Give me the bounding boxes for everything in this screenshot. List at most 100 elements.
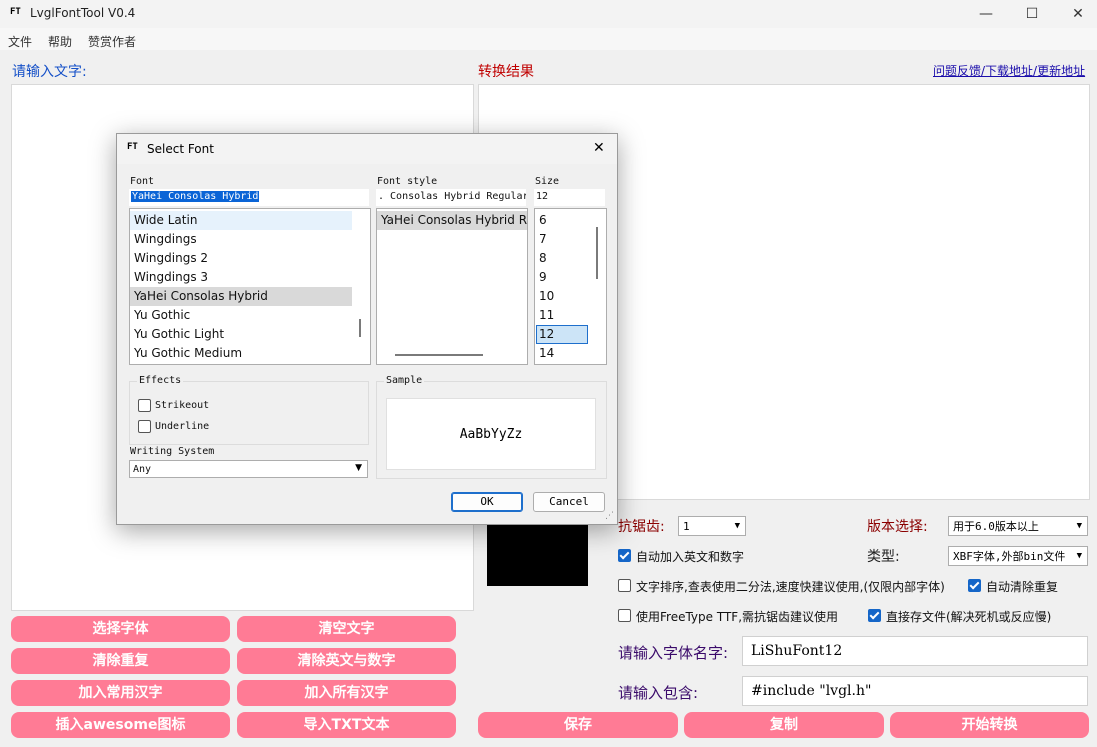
- dialog-title-bar: FT Select Font ✕: [117, 134, 617, 164]
- resize-grip-icon[interactable]: ⋰: [605, 511, 614, 521]
- effects-label: Effects: [137, 375, 184, 386]
- close-button[interactable]: ✕: [1055, 0, 1097, 28]
- writing-system-label: Writing System: [130, 446, 215, 457]
- type-label: 类型:: [867, 549, 900, 565]
- size-list-item[interactable]: 9: [539, 270, 547, 284]
- sort-text-checkbox[interactable]: [618, 579, 631, 592]
- font-style-label: Font style: [377, 176, 438, 187]
- font-label: Font: [130, 176, 155, 187]
- chevron-down-icon: ▼: [1076, 551, 1082, 561]
- size-list-item[interactable]: 7: [539, 232, 547, 246]
- antialias-label: 抗锯齿:: [618, 519, 665, 535]
- save-direct-checkbox[interactable]: [868, 609, 881, 622]
- font-list[interactable]: Wide Latin Wingdings Wingdings 2 Wingdin…: [129, 208, 371, 365]
- size-list-item[interactable]: 14: [539, 346, 554, 360]
- underline-checkbox[interactable]: [138, 420, 151, 433]
- start-convert-button[interactable]: 开始转换: [890, 712, 1089, 738]
- font-name-label: 请输入字体名字:: [618, 644, 729, 662]
- size-label: Size: [535, 176, 560, 187]
- font-list-item[interactable]: Yu Gothic Medium: [134, 346, 242, 360]
- font-style-list[interactable]: YaHei Consolas Hybrid R: [376, 208, 528, 365]
- sample-box: AaBbYyZz: [386, 398, 596, 470]
- strikeout-checkbox[interactable]: [138, 399, 151, 412]
- menu-help[interactable]: 帮助: [48, 33, 72, 50]
- window-title: LvglFontTool V0.4: [30, 6, 136, 20]
- font-list-item[interactable]: Yu Gothic Light: [134, 327, 224, 341]
- font-list-item[interactable]: Wide Latin: [134, 213, 197, 227]
- feedback-link[interactable]: 问题反馈/下载地址/更新地址: [933, 62, 1085, 79]
- font-list-item[interactable]: Yu Gothic: [134, 308, 190, 322]
- font-style-field[interactable]: . Consolas Hybrid Regular: [376, 189, 526, 206]
- size-list[interactable]: 6 7 8 9 10 11 12 14: [534, 208, 607, 365]
- writing-system-select[interactable]: Any ▼: [129, 460, 368, 478]
- menu-donate[interactable]: 赞赏作者: [88, 33, 136, 50]
- font-list-item[interactable]: YaHei Consolas Hybrid: [134, 289, 268, 303]
- include-input[interactable]: #include "lvgl.h": [742, 676, 1088, 706]
- clear-text-button[interactable]: 清空文字: [237, 616, 456, 642]
- ok-button[interactable]: OK: [451, 492, 523, 512]
- font-list-item[interactable]: Wingdings 3: [134, 270, 208, 284]
- title-bar: FT LvglFontTool V0.4 — ☐ ✕: [0, 0, 1097, 28]
- type-select[interactable]: XBF字体,外部bin文件 ▼: [948, 546, 1088, 566]
- size-list-item[interactable]: 11: [539, 308, 554, 322]
- version-select[interactable]: 用于6.0版本以上 ▼: [948, 516, 1088, 536]
- size-list-scrollbar[interactable]: [596, 227, 598, 279]
- underline-label: Underline: [155, 421, 210, 432]
- dialog-icon: FT: [127, 142, 138, 152]
- save-button[interactable]: 保存: [478, 712, 678, 738]
- type-value: XBF字体,外部bin文件: [953, 550, 1066, 563]
- save-direct-label: 直接存文件(解决死机或反应慢): [886, 610, 1052, 624]
- font-style-value: . Consolas Hybrid Regular: [378, 191, 526, 202]
- input-label: 请输入文字:: [12, 64, 87, 80]
- insert-awesome-icon-button[interactable]: 插入awesome图标: [11, 712, 230, 738]
- menu-bar: 文件 帮助 赞赏作者: [0, 28, 1097, 50]
- dialog-close-button[interactable]: ✕: [593, 140, 605, 156]
- antialias-select[interactable]: 1 ▼: [678, 516, 746, 536]
- font-list-item[interactable]: Wingdings: [134, 232, 197, 246]
- font-list-scrollbar[interactable]: [359, 319, 361, 337]
- auto-add-english-label: 自动加入英文和数字: [636, 550, 745, 564]
- size-field[interactable]: 12: [534, 189, 605, 206]
- add-common-chinese-button[interactable]: 加入常用汉字: [11, 680, 230, 706]
- app-icon: FT: [10, 7, 21, 17]
- minimize-button[interactable]: —: [963, 0, 1009, 28]
- copy-button[interactable]: 复制: [684, 712, 884, 738]
- sort-text-label: 文字排序,查表使用二分法,速度快建议使用,(仅限内部字体): [636, 580, 945, 594]
- strikeout-label: Strikeout: [155, 400, 210, 411]
- writing-system-value: Any: [133, 464, 152, 475]
- select-font-button[interactable]: 选择字体: [11, 616, 230, 642]
- remove-english-digits-button[interactable]: 清除英文与数字: [237, 648, 456, 674]
- effects-group: [129, 381, 369, 445]
- freetype-checkbox[interactable]: [618, 609, 631, 622]
- cancel-button[interactable]: Cancel: [533, 492, 605, 512]
- font-preview: [487, 518, 588, 586]
- add-all-chinese-button[interactable]: 加入所有汉字: [237, 680, 456, 706]
- font-name-field[interactable]: YaHei Consolas Hybrid: [129, 189, 369, 206]
- font-list-item[interactable]: Wingdings 2: [134, 251, 208, 265]
- menu-file[interactable]: 文件: [8, 33, 32, 50]
- version-value: 用于6.0版本以上: [953, 520, 1039, 533]
- version-label: 版本选择:: [867, 519, 928, 535]
- size-value: 12: [536, 191, 549, 202]
- remove-duplicates-button[interactable]: 清除重复: [11, 648, 230, 674]
- sample-label: Sample: [384, 375, 425, 386]
- auto-clear-duplicates-label: 自动清除重复: [986, 580, 1059, 594]
- import-txt-button[interactable]: 导入TXT文本: [237, 712, 456, 738]
- size-list-item[interactable]: 6: [539, 213, 547, 227]
- auto-clear-duplicates-checkbox[interactable]: [968, 579, 981, 592]
- chevron-down-icon: ▼: [355, 463, 362, 473]
- font-name-input[interactable]: LiShuFont12: [742, 636, 1088, 666]
- font-style-list-item[interactable]: YaHei Consolas Hybrid R: [381, 213, 527, 227]
- size-list-item[interactable]: 12: [539, 327, 554, 341]
- select-font-dialog: FT Select Font ✕ Font YaHei Consolas Hyb…: [116, 133, 618, 525]
- chevron-down-icon: ▼: [1076, 521, 1082, 531]
- size-list-item[interactable]: 10: [539, 289, 554, 303]
- font-style-hscrollbar[interactable]: [395, 354, 483, 356]
- size-list-item[interactable]: 8: [539, 251, 547, 265]
- dialog-title: Select Font: [147, 142, 214, 156]
- sample-text: AaBbYyZz: [459, 427, 523, 442]
- auto-add-english-checkbox[interactable]: [618, 549, 631, 562]
- maximize-button[interactable]: ☐: [1009, 0, 1055, 28]
- font-name-value: YaHei Consolas Hybrid: [131, 191, 260, 202]
- result-label: 转换结果: [478, 64, 534, 80]
